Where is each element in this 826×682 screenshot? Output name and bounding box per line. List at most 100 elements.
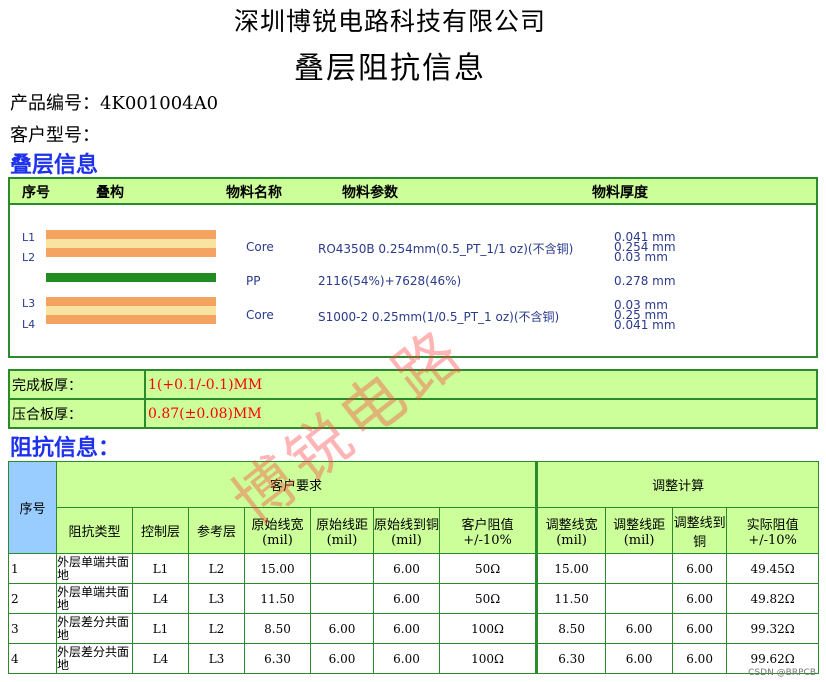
row-no: 3 — [8, 613, 57, 644]
row-adjusted-to-copper: 6.00 — [672, 583, 728, 614]
col-impedance-type: 阻抗类型 — [56, 507, 133, 554]
row-adjusted-spacing — [605, 583, 674, 614]
row-original-to-copper: 6.00 — [373, 583, 440, 614]
stackup-material-1: Core — [246, 240, 274, 254]
product-number-value: 4K001004A0 — [100, 93, 219, 114]
col-reference-layer: 参考层 — [188, 507, 245, 554]
layer-label-l4: L4 — [22, 318, 36, 331]
row-no: 1 — [8, 553, 57, 584]
company-name: 深圳博锐电路科技有限公司 — [233, 7, 546, 36]
product-number: 产品编号：4K001004A0 — [10, 89, 218, 115]
copper-layer-l2 — [46, 248, 216, 257]
row-actual-impedance: 49.45Ω — [726, 553, 820, 584]
row-adjusted-width: 6.30 — [535, 643, 607, 674]
stackup-panel: 序号 叠构 物料名称 物料参数 物料厚度 L1 L2 L3 L4 Core RO… — [8, 177, 818, 358]
col-actual-impedance: 实际阻值+/-10% — [726, 507, 820, 554]
row-type: 外层单端共面地 — [56, 583, 133, 614]
row-customer-impedance: 50Ω — [438, 553, 538, 584]
stackup-heading: 叠层信息 — [10, 152, 99, 178]
core-layer-2 — [46, 306, 216, 315]
table-row: 4 外层差分共面地 L4 L3 6.30 6.00 6.00 100Ω 6.30… — [8, 643, 820, 674]
layer-label-l1: L1 — [22, 231, 36, 244]
row-original-to-copper: 6.00 — [373, 553, 440, 584]
layer-label-l3: L3 — [22, 297, 36, 310]
col-control-layer: 控制层 — [132, 507, 189, 554]
row-original-width: 15.00 — [244, 553, 311, 584]
row-adjusted-spacing: 6.00 — [605, 643, 674, 674]
row-adjusted-spacing — [605, 553, 674, 584]
core-layer-1 — [46, 239, 216, 248]
col-original-to-copper: 原始线到铜(mil) — [373, 507, 440, 554]
row-reference-layer: L2 — [188, 553, 245, 584]
row-actual-impedance: 99.32Ω — [726, 613, 820, 644]
layer-label-l2: L2 — [22, 251, 36, 264]
stackup-material-3: Core — [246, 308, 274, 322]
row-no: 2 — [8, 583, 57, 614]
stackup-param-3: S1000-2 0.25mm(1/0.5_PT_1 oz)(不含铜) — [318, 310, 560, 324]
pressed-thickness-row: 压合板厚： 0.87(±0.08)MM — [8, 398, 818, 429]
copper-layer-l4 — [46, 315, 216, 324]
row-actual-impedance: 49.82Ω — [726, 583, 820, 614]
row-adjusted-to-copper: 6.00 — [672, 643, 728, 674]
stackup-thickness-2: 0.278 mm — [614, 274, 676, 288]
row-original-to-copper: 6.00 — [373, 613, 440, 644]
stackup-col-thickness: 物料厚度 — [592, 185, 648, 201]
row-control-layer: L4 — [132, 583, 189, 614]
row-adjusted-to-copper: 6.00 — [672, 553, 728, 584]
row-type: 外层差分共面地 — [56, 613, 133, 644]
finished-thickness-row: 完成板厚： 1(+0.1/-0.1)MM — [8, 369, 818, 400]
finished-thickness-label: 完成板厚： — [8, 369, 146, 400]
row-reference-layer: L2 — [188, 613, 245, 644]
customer-requirements-header: 客户要求 — [55, 461, 538, 508]
stackup-material-2: PP — [246, 274, 261, 288]
pressed-thickness-value: 0.87(±0.08)MM — [144, 398, 818, 429]
col-adjusted-width: 调整线宽(mil) — [535, 507, 607, 554]
table-row: 3 外层差分共面地 L1 L2 8.50 6.00 6.00 100Ω 8.50… — [8, 613, 820, 644]
row-no: 4 — [8, 643, 57, 674]
table-row: 2 外层单端共面地 L4 L3 11.50 6.00 50Ω 11.50 6.0… — [8, 583, 820, 614]
row-adjusted-width: 15.00 — [535, 553, 607, 584]
impedance-table: 序号 客户要求 调整计算 阻抗类型 控制层 参考层 原始线宽(mil) 原始线距… — [8, 461, 820, 674]
col-adjusted-to-copper: 调整线到铜 — [672, 507, 728, 554]
row-original-width: 6.30 — [244, 643, 311, 674]
finished-thickness-value: 1(+0.1/-0.1)MM — [144, 369, 818, 400]
customer-model-label: 客户型号： — [10, 125, 100, 146]
board-thickness-table: 完成板厚： 1(+0.1/-0.1)MM 压合板厚： 0.87(±0.08)MM — [8, 369, 818, 429]
row-original-to-copper: 6.00 — [373, 643, 440, 674]
impedance-col-no: 序号 — [8, 461, 57, 554]
copper-layer-l1 — [46, 230, 216, 239]
stackup-col-structure: 叠构 — [96, 185, 124, 201]
row-adjusted-to-copper: 6.00 — [672, 613, 728, 644]
copper-layer-l3 — [46, 297, 216, 306]
stackup-col-no: 序号 — [22, 185, 50, 201]
prepreg-layer — [46, 273, 216, 282]
table-row: 1 外层单端共面地 L1 L2 15.00 6.00 50Ω 15.00 6.0… — [8, 553, 820, 584]
impedance-header-row: 阻抗类型 控制层 参考层 原始线宽(mil) 原始线距(mil) 原始线到铜(m… — [9, 507, 820, 554]
stackup-thickness-3c: 0.041 mm — [614, 318, 676, 332]
page-title: 叠层阻抗信息 — [294, 51, 486, 86]
impedance-heading: 阻抗信息： — [10, 435, 121, 461]
stackup-col-material: 物料名称 — [226, 185, 282, 201]
row-original-spacing — [310, 583, 374, 614]
row-original-spacing — [310, 553, 374, 584]
stackup-col-param: 物料参数 — [342, 185, 398, 201]
row-reference-layer: L3 — [188, 583, 245, 614]
row-control-layer: L1 — [132, 553, 189, 584]
col-original-width: 原始线宽(mil) — [244, 507, 311, 554]
row-adjusted-spacing: 6.00 — [605, 613, 674, 644]
row-customer-impedance: 50Ω — [438, 583, 538, 614]
col-adjusted-spacing: 调整线距(mil) — [605, 507, 674, 554]
row-adjusted-width: 11.50 — [535, 583, 607, 614]
customer-model: 客户型号： — [10, 121, 100, 147]
stackup-header-row: 序号 叠构 物料名称 物料参数 物料厚度 — [10, 179, 816, 205]
stackup-param-2: 2116(54%)+7628(46%) — [318, 274, 462, 288]
row-control-layer: L1 — [132, 613, 189, 644]
col-original-spacing: 原始线距(mil) — [310, 507, 374, 554]
row-original-spacing: 6.00 — [310, 643, 374, 674]
row-control-layer: L4 — [132, 643, 189, 674]
adjusted-calculation-header: 调整计算 — [535, 461, 820, 508]
row-type: 外层差分共面地 — [56, 643, 133, 674]
row-original-width: 8.50 — [244, 613, 311, 644]
row-original-width: 11.50 — [244, 583, 311, 614]
col-customer-impedance: 客户阻值+/-10% — [438, 507, 538, 554]
